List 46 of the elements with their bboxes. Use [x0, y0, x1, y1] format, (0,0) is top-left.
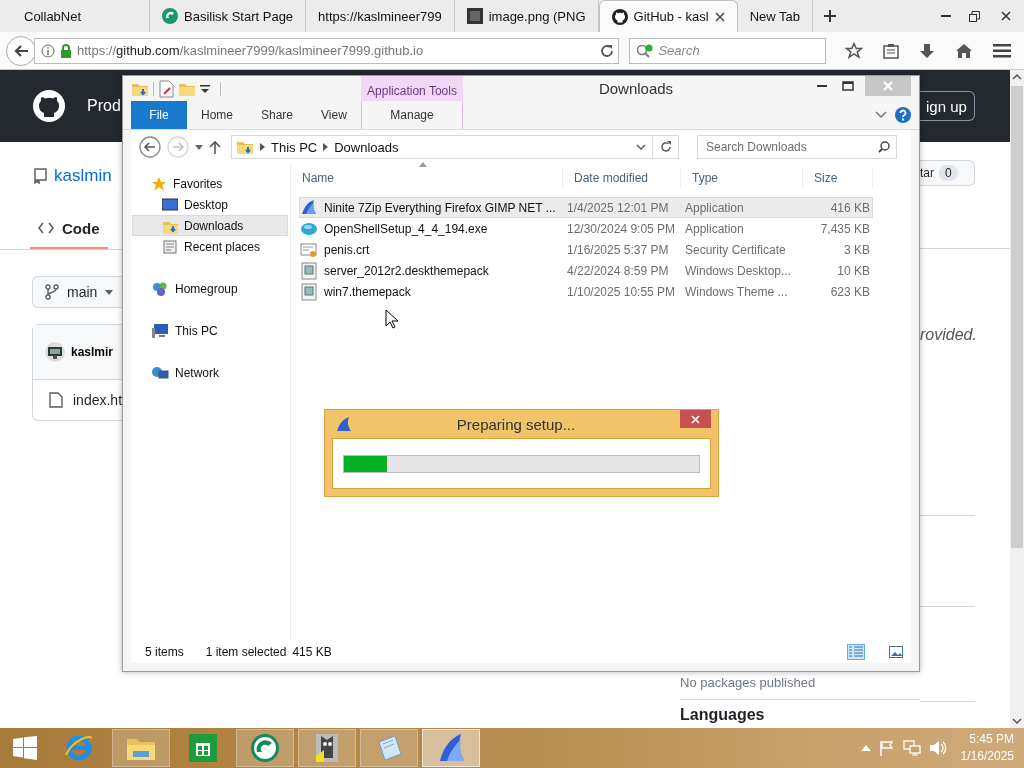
selection-info: 1 item selected [205, 645, 287, 659]
file-menu-tab[interactable]: File [131, 101, 187, 129]
star-button[interactable]: tar 0 [920, 160, 975, 186]
column-header[interactable]: Date modified [574, 171, 649, 185]
clock-date: 1/16/2025 [960, 748, 1014, 765]
sign-up-button[interactable]: ign up [920, 91, 975, 121]
file-row[interactable]: penis.crt 1/16/2025 5:37 PM Security Certificate 3 KB [299, 239, 873, 260]
column-header[interactable]: Size [814, 171, 838, 185]
search-field[interactable]: Search [629, 37, 826, 64]
about-note: rovided. [920, 325, 978, 345]
file-row[interactable]: OpenShellSetup_4_4_194.exe 12/30/2024 9:05 PM Application 7,435 KB [299, 218, 873, 239]
file-row[interactable]: Ninite 7Zip Everything Firefox GIMP NET ... 1/4/2025 12:01 PM Application 416 KB [299, 197, 873, 218]
item-count: 5 items [145, 645, 184, 659]
packages-note: No packages published [680, 675, 817, 690]
nav-item[interactable]: This PC [132, 320, 288, 341]
breadcrumb-item[interactable]: Downloads [334, 139, 399, 155]
nav-menu-text[interactable]: Prod [87, 97, 121, 115]
nav-item[interactable]: Desktop [132, 194, 288, 215]
code-tab[interactable]: Code [30, 209, 108, 249]
ribbon-tab[interactable]: Share [247, 101, 308, 129]
clock-time: 5:45 PM [969, 731, 1014, 748]
nav-item[interactable]: Recent places [132, 236, 288, 257]
file-link[interactable]: index.ht [73, 392, 122, 408]
languages-heading: Languages [680, 706, 766, 724]
column-header[interactable]: Name [302, 171, 334, 185]
nav-item[interactable]: Homegroup [132, 278, 288, 299]
column-header[interactable]: Type [692, 171, 718, 185]
context-tab-label: Application Tools [361, 76, 463, 101]
address-bar[interactable]: This PC Downloads [231, 135, 679, 159]
window-title: Downloads [598, 80, 674, 97]
owner-name[interactable]: kaslmir [71, 345, 114, 359]
address-bar[interactable]: https://github.com/kaslmineer7999/kaslmineer7999.github.io [34, 37, 620, 64]
file-row[interactable]: server_2012r2.deskthemepack 4/22/2024 8:59 PM Windows Desktop... 10 KB [299, 260, 873, 281]
nav-item[interactable]: Network [132, 362, 288, 383]
branch-button[interactable]: main [32, 276, 122, 308]
search-field[interactable]: Search Downloads [697, 135, 897, 159]
file-row[interactable]: win7.themepack 1/10/2025 10:55 PM Windows Theme ... 623 KB [299, 281, 873, 302]
ribbon-tab[interactable]: Home [187, 101, 247, 129]
browser-tab[interactable]: GitHub - kasl [598, 0, 738, 32]
ribbon-tab[interactable]: View [307, 101, 361, 129]
breadcrumb-item[interactable]: This PC [271, 139, 318, 155]
selection-size: 415 KB [292, 645, 332, 659]
nav-item[interactable]: Favorites [132, 173, 288, 194]
nav-item[interactable]: Downloads [132, 215, 288, 236]
repo-name-link[interactable]: kaslmin [54, 166, 112, 186]
dialog-title: Preparing setup... [455, 415, 577, 433]
